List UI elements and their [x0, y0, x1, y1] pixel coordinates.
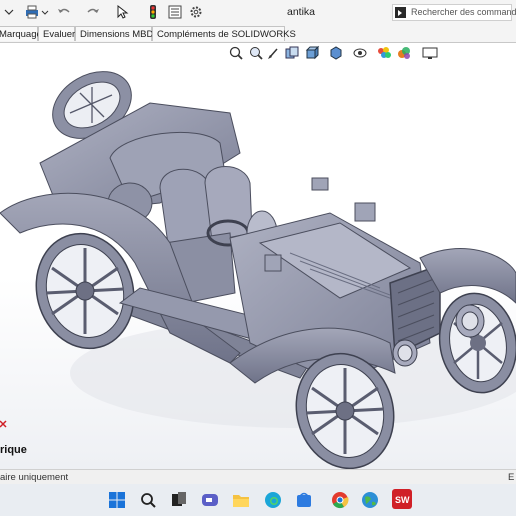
gear-icon[interactable]: [189, 5, 203, 19]
tab-complements-solidworks[interactable]: Compléments de SOLIDWORKS: [152, 26, 296, 41]
chrome-icon[interactable]: [331, 491, 349, 509]
print-icon[interactable]: [25, 5, 39, 19]
globe-app-icon[interactable]: [361, 491, 379, 509]
search-icon[interactable]: [139, 491, 157, 509]
command-search[interactable]: Rechercher des commandes: [392, 4, 516, 21]
search-placeholder: Rechercher des commandes: [411, 7, 516, 17]
status-right: E: [508, 472, 515, 483]
svg-text:SW: SW: [395, 495, 410, 505]
status-bar: aire uniquement E: [0, 469, 516, 485]
search-command-icon: [395, 7, 406, 18]
file-explorer-icon[interactable]: [232, 491, 250, 509]
dropdown-arrow-icon[interactable]: [41, 5, 49, 19]
command-manager-tabs: Marquage Evaluer Dimensions MBD Compléme…: [0, 25, 516, 43]
select-cursor-icon[interactable]: [115, 5, 129, 19]
window-title: antika: [287, 6, 316, 18]
axis-triad-icon: [0, 420, 7, 428]
car-3d-model[interactable]: [0, 43, 516, 469]
tab-evaluer[interactable]: Evaluer: [38, 26, 75, 41]
store-icon[interactable]: [295, 491, 313, 509]
teams-chat-icon[interactable]: [201, 491, 219, 509]
traffic-light-icon[interactable]: [146, 5, 160, 19]
tab-marquage[interactable]: Marquage: [0, 26, 42, 41]
task-view-icon[interactable]: [170, 491, 188, 509]
windows-taskbar: SW: [0, 484, 516, 516]
redo-icon[interactable]: [86, 5, 100, 19]
edge-browser-icon[interactable]: [264, 491, 282, 509]
status-text: aire uniquement: [0, 472, 69, 483]
windows-start-icon[interactable]: [108, 491, 126, 509]
solidworks-icon[interactable]: SW: [392, 489, 412, 509]
graphics-area[interactable]: rique: [0, 43, 516, 469]
file-properties-icon[interactable]: [168, 5, 182, 19]
viewport-label: rique: [0, 444, 27, 456]
dropdown-arrow-icon[interactable]: [2, 5, 16, 19]
tab-dimensions-mbd[interactable]: Dimensions MBD: [75, 26, 153, 41]
undo-icon[interactable]: [57, 5, 71, 19]
menu-toolbar: antika Rechercher des commandes: [0, 0, 516, 26]
